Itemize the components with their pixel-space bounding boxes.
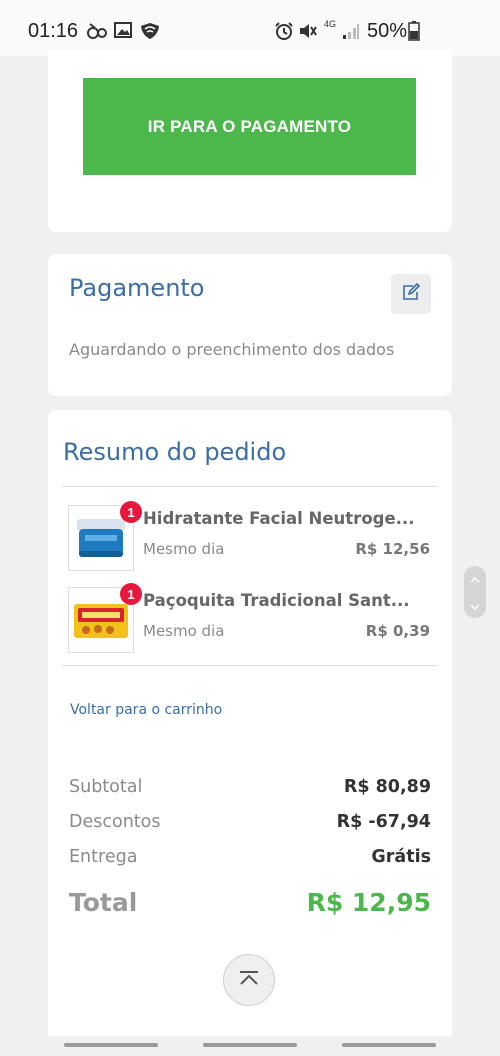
total-value: R$ 12,95 [306,888,431,917]
summary-title: Resumo do pedido [63,438,287,466]
network-type: 4G [324,19,337,29]
discount-row: Descontos R$ -67,94 [69,812,431,838]
nav-home[interactable] [203,1043,297,1047]
voicemail-icon [86,22,108,44]
back-to-cart-link[interactable]: Voltar para o carrinho [70,702,222,718]
payment-card: Pagamento Aguardando o preenchimento dos… [48,254,452,396]
status-bar: 01:16 4G 50% [0,0,500,56]
status-time: 01:16 [28,20,79,42]
discount-label: Descontos [69,812,161,832]
shield-wifi-icon [140,22,160,44]
discount-value: R$ -67,94 [336,812,431,832]
arrow-up-icon [238,970,260,990]
mute-icon [298,22,318,44]
chevron-up-icon [470,569,480,588]
system-nav-bar [0,1036,500,1056]
divider [62,486,438,487]
item-delivery: Mesmo dia [143,540,225,558]
subtotal-row: Subtotal R$ 80,89 [69,777,431,803]
scroll-handle[interactable] [464,566,486,618]
alarm-icon [274,22,294,44]
item-delivery: Mesmo dia [143,622,225,640]
quantity-badge: 1 [120,583,142,605]
subtotal-value: R$ 80,89 [343,777,431,797]
divider [62,665,438,666]
chevron-down-icon [470,596,480,615]
payment-title: Pagamento [69,274,205,302]
checkout-card: IR PARA O PAGAMENTO [48,50,452,232]
quantity-badge: 1 [120,501,142,523]
item-name: Paçoquita Tradicional Sant... [143,591,410,610]
nav-recent-apps[interactable] [64,1043,158,1047]
order-item[interactable]: 1 Hidratante Facial Neutroge... Mesmo di… [68,501,432,573]
delivery-value: Grátis [371,847,431,867]
total-label: Total [69,888,138,917]
delivery-row: Entrega Grátis [69,847,431,873]
item-name: Hidratante Facial Neutroge... [143,509,415,528]
edit-icon [401,282,421,305]
total-row: Total R$ 12,95 [69,888,431,923]
delivery-label: Entrega [69,847,138,867]
signal-icon [342,22,360,44]
nav-back[interactable] [342,1043,436,1047]
item-price: R$ 12,56 [355,540,430,558]
image-icon [114,22,132,42]
item-price: R$ 0,39 [365,622,430,640]
battery-icon [408,21,420,45]
edit-payment-button[interactable] [391,274,431,314]
battery-level: 50% [367,20,408,42]
order-summary-card: Resumo do pedido 1 Hidratante Facial Neu… [48,410,452,1050]
subtotal-label: Subtotal [69,777,143,797]
go-to-payment-button[interactable]: IR PARA O PAGAMENTO [83,78,416,175]
order-item[interactable]: 1 Paçoquita Tradicional Sant... Mesmo di… [68,583,432,655]
payment-status: Aguardando o preenchimento dos dados [69,340,395,359]
scroll-to-top-button[interactable] [223,954,275,1006]
